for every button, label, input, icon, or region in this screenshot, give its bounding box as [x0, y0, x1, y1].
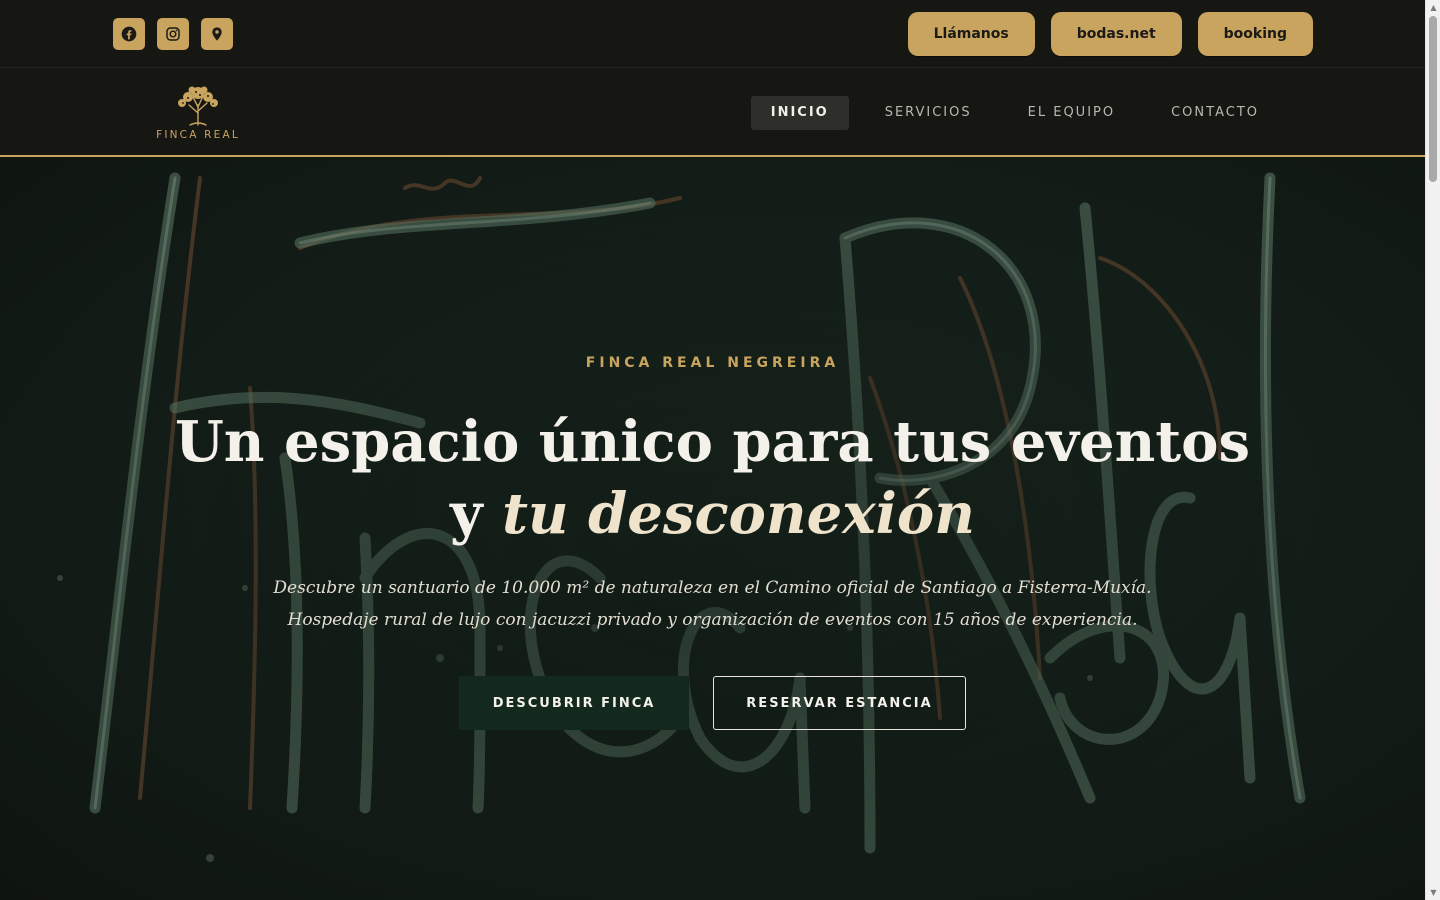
headline-line-2-plain: y: [450, 481, 483, 547]
hero-eyebrow: FINCA REAL NEGREIRA: [585, 355, 840, 371]
brand-logo[interactable]: FINCA REAL: [142, 83, 254, 145]
scroll-down-arrow-icon[interactable]: ▼: [1426, 885, 1440, 900]
scroll-thumb[interactable]: [1429, 16, 1437, 182]
nav-item-servicios[interactable]: SERVICIOS: [865, 96, 992, 130]
book-stay-button[interactable]: RESERVAR ESTANCIA: [713, 676, 966, 730]
facebook-button[interactable]: [113, 18, 145, 50]
hero-content: FINCA REAL NEGREIRA Un espacio único par…: [0, 158, 1425, 900]
scroll-up-arrow-icon[interactable]: ▲: [1426, 0, 1440, 15]
location-button[interactable]: [201, 18, 233, 50]
bodas-net-button[interactable]: bodas.net: [1050, 12, 1182, 56]
page-scrollbar[interactable]: ▲ ▼: [1425, 0, 1440, 900]
booking-button[interactable]: booking: [1197, 12, 1313, 56]
headline-line-1: Un espacio único para tus eventos: [174, 409, 1251, 475]
nav-item-el-equipo[interactable]: EL EQUIPO: [1008, 96, 1135, 130]
facebook-icon: [121, 26, 137, 42]
hero-description: Descubre un santuario de 10.000 m² de na…: [273, 578, 1152, 630]
top-actions: Llámanos bodas.net booking: [907, 12, 1313, 56]
nav-menu: INICIO SERVICIOS EL EQUIPO CONTACTO: [750, 96, 1279, 130]
instagram-icon: [166, 27, 180, 41]
main-navbar: FINCA REAL INICIO SERVICIOS EL EQUIPO CO…: [0, 69, 1425, 157]
discover-finca-button[interactable]: DESCUBRIR FINCA: [459, 676, 689, 730]
nav-item-inicio[interactable]: INICIO: [750, 96, 849, 130]
hero-cta-row: DESCUBRIR FINCA RESERVAR ESTANCIA: [0, 676, 1425, 730]
logo-text: FINCA REAL: [156, 129, 240, 141]
top-bar: Llámanos bodas.net booking: [0, 0, 1425, 68]
map-pin-icon: [212, 27, 222, 41]
headline-line-2-emphasis: tu desconexión: [502, 481, 975, 547]
social-links: [113, 18, 233, 50]
instagram-button[interactable]: [157, 18, 189, 50]
hero-section: FINCA REAL NEGREIRA Un espacio único par…: [0, 158, 1425, 900]
tree-icon: [178, 86, 218, 126]
nav-item-contacto[interactable]: CONTACTO: [1151, 96, 1279, 130]
hero-headline: Un espacio único para tus eventos y tu d…: [0, 406, 1425, 550]
call-button[interactable]: Llámanos: [907, 12, 1035, 56]
